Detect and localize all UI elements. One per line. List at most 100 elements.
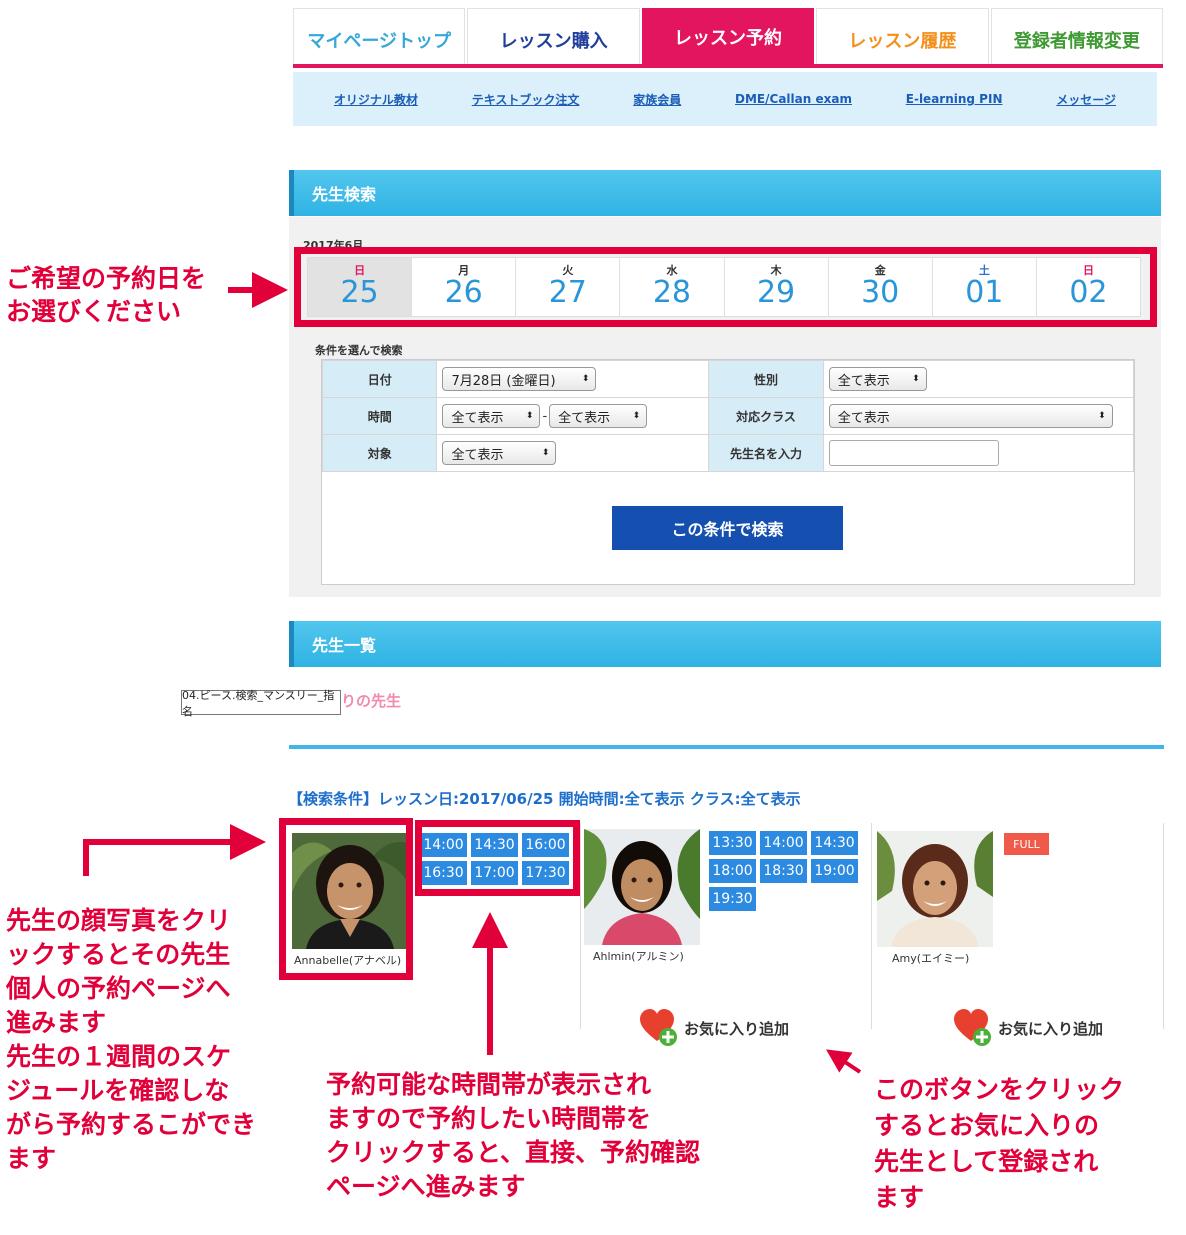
time-slot[interactable]: 16:30 xyxy=(420,861,467,885)
time-slot[interactable]: 18:30 xyxy=(760,859,807,883)
teacher-photo-amy[interactable] xyxy=(877,831,993,947)
teacher-list-header: 先生一覧 xyxy=(289,621,1161,667)
search-panel: 2017年6月 日 25 月 26 火 27 水 28 木 29 金 30 土 … xyxy=(289,217,1161,597)
annotation-photo-click: 先生の顔写真をクリ ックするとその先生 個人の予約ページへ 進みます 先生の１週… xyxy=(6,906,257,1173)
date-field-label: 日付 xyxy=(321,360,438,398)
day-of-week: 月 xyxy=(458,264,470,277)
tab-lesson-purchase[interactable]: レッスン購入 xyxy=(467,8,640,64)
divider xyxy=(289,745,1164,749)
date-cell[interactable]: 火 27 xyxy=(516,258,621,316)
full-badge: FULL xyxy=(1004,833,1049,855)
time-slot[interactable]: 19:30 xyxy=(709,887,756,911)
time-slot[interactable]: 14:30 xyxy=(471,833,518,857)
time-slot[interactable]: 18:00 xyxy=(709,859,756,883)
day-number: 28 xyxy=(652,275,692,310)
teacher-photo-ahlmin[interactable] xyxy=(584,829,700,945)
subnav-elearning-pin[interactable]: E-learning PIN xyxy=(906,92,1003,106)
date-cell[interactable]: 木 29 xyxy=(725,258,829,316)
select-arrows-icon: ⬍ xyxy=(541,448,550,458)
teacher-search-header: 先生検索 xyxy=(289,170,1161,216)
day-of-week: 水 xyxy=(666,264,678,277)
date-cell[interactable]: 水 28 xyxy=(620,258,725,316)
subnav-dme-callan-exam[interactable]: DME/Callan exam xyxy=(735,92,852,106)
conditions-box: 日付 7月28日 (金曜日) ⬍ 性別 全て表示 ⬍ 時間 全て表示 ⬍ - 全て表示 ⬍ … xyxy=(321,359,1135,585)
arrow-to-photo xyxy=(83,824,266,876)
gender-select-value: 全て表示 xyxy=(837,373,890,389)
time-slots-annabelle: 14:00 14:30 16:00 16:30 17:00 17:30 xyxy=(420,833,569,885)
conditions-label: 条件を選んで検索 xyxy=(315,344,403,357)
time-slot[interactable]: 14:00 xyxy=(760,831,807,855)
day-number: 27 xyxy=(548,275,587,310)
time-to-value: 全て表示 xyxy=(558,410,611,426)
time-slot[interactable]: 13:30 xyxy=(709,831,756,855)
class-select-value: 全て表示 xyxy=(837,410,890,426)
time-slot[interactable]: 19:00 xyxy=(811,859,858,883)
time-separator: - xyxy=(542,408,548,424)
time-slots-ahlmin: 13:30 14:00 14:30 18:00 18:30 19:00 19:3… xyxy=(709,831,858,911)
select-arrows-icon: ⬍ xyxy=(1098,411,1106,421)
conditions-table: 日付 7月28日 (金曜日) ⬍ 性別 全て表示 ⬍ 時間 全て表示 ⬍ - 全て表示 ⬍ … xyxy=(321,360,1135,472)
select-arrows-icon: ⬍ xyxy=(581,374,590,384)
subnav-messages[interactable]: メッセージ xyxy=(1056,91,1116,108)
image-tooltip: 04.ピース.検索_マンスリー_指名 xyxy=(181,689,341,718)
day-number: 29 xyxy=(756,275,796,310)
day-of-week: 土 xyxy=(978,264,990,277)
date-select[interactable]: 7月28日 (金曜日) ⬍ xyxy=(442,367,597,391)
teacher-name-annabelle[interactable]: Annabelle(アナベル) xyxy=(294,952,401,968)
gender-select[interactable]: 全て表示 ⬍ xyxy=(828,367,927,391)
column-separator xyxy=(580,823,581,1029)
add-favorite-label: お気に入り追加 xyxy=(998,1019,1104,1038)
add-favorite-label: お気に入り追加 xyxy=(684,1019,790,1038)
tab-mypage-top[interactable]: マイページトップ xyxy=(293,8,466,64)
date-selector: 日 25 月 26 火 27 水 28 木 29 金 30 土 01 日 02 xyxy=(307,257,1141,317)
sub-nav: オリジナル教材 テキストブック注文 家族会員 DME/Callan exam E… xyxy=(293,72,1157,126)
time-slot[interactable]: 17:30 xyxy=(522,861,569,885)
day-number: 26 xyxy=(444,275,483,310)
time-slot[interactable]: 14:00 xyxy=(420,833,467,857)
day-of-week: 日 xyxy=(1082,264,1094,277)
date-cell[interactable]: 日 02 xyxy=(1037,258,1140,316)
subnav-original-materials[interactable]: オリジナル教材 xyxy=(334,91,418,108)
select-arrows-icon: ⬍ xyxy=(525,411,534,421)
class-select[interactable]: 全て表示 ⬍ xyxy=(828,404,1113,428)
tab-account-settings[interactable]: 登録者情報変更 xyxy=(990,8,1164,64)
subnav-family-members[interactable]: 家族会員 xyxy=(633,91,681,108)
day-number: 01 xyxy=(965,275,1004,310)
teacher-name-input[interactable] xyxy=(828,440,999,466)
annotation-select-date: ご希望の予約日を お選びください xyxy=(6,264,207,326)
subnav-textbook-order[interactable]: テキストブック注文 xyxy=(472,91,580,108)
day-number: 30 xyxy=(861,275,900,310)
time-slot[interactable]: 16:00 xyxy=(522,833,569,857)
time-from-select[interactable]: 全て表示 ⬍ xyxy=(442,404,541,428)
target-select[interactable]: 全て表示 ⬍ xyxy=(442,441,557,465)
time-to-select[interactable]: 全て表示 ⬍ xyxy=(549,404,648,428)
target-select-value: 全て表示 xyxy=(451,447,504,463)
date-cell[interactable]: 土 01 xyxy=(933,258,1037,316)
add-favorite-button-amy[interactable]: お気に入り追加 xyxy=(954,1009,1103,1047)
heart-plus-icon xyxy=(954,1009,991,1046)
teacher-name-amy[interactable]: Amy(エイミー) xyxy=(892,950,969,966)
time-slot[interactable]: 17:00 xyxy=(471,861,518,885)
teacher-photo-annabelle[interactable] xyxy=(292,833,408,949)
annotation-slots-click: 予約可能な時間帯が表示され ますので予約したい時間帯を クリックすると、直接、予… xyxy=(326,1070,701,1201)
add-favorite-button-ahlmin[interactable]: お気に入り追加 xyxy=(640,1009,789,1047)
main-nav: マイページトップ レッスン購入 レッスン予約 レッスン履歴 登録者情報変更 xyxy=(293,8,1164,68)
time-from-value: 全て表示 xyxy=(451,410,504,426)
annotation-fav-click: このボタンをクリック するとお気に入りの 先生として登録され ます xyxy=(874,1075,1125,1212)
day-of-week: 日 xyxy=(354,264,366,277)
date-cell[interactable]: 金 30 xyxy=(829,258,933,316)
search-button[interactable]: この条件で検索 xyxy=(612,506,843,550)
teacher-name-ahlmin[interactable]: Ahlmin(アルミン) xyxy=(593,948,684,964)
date-cell[interactable]: 月 26 xyxy=(412,258,517,316)
column-separator xyxy=(1163,823,1164,1029)
heart-plus-icon xyxy=(640,1009,677,1046)
tab-lesson-history[interactable]: レッスン履歴 xyxy=(816,8,989,64)
target-field-label: 対象 xyxy=(321,434,438,472)
date-cell[interactable]: 日 25 xyxy=(308,258,413,316)
day-number: 02 xyxy=(1069,275,1108,310)
class-field-label: 対応クラス xyxy=(708,397,824,435)
tab-lesson-booking[interactable]: レッスン予約 xyxy=(641,8,815,64)
search-criteria-text: 【検索条件】レッスン日:2017/06/25 開始時間:全て表示 クラス:全て表… xyxy=(288,790,801,808)
time-slot[interactable]: 14:30 xyxy=(811,831,858,855)
arrow-to-favorite xyxy=(826,1049,862,1074)
